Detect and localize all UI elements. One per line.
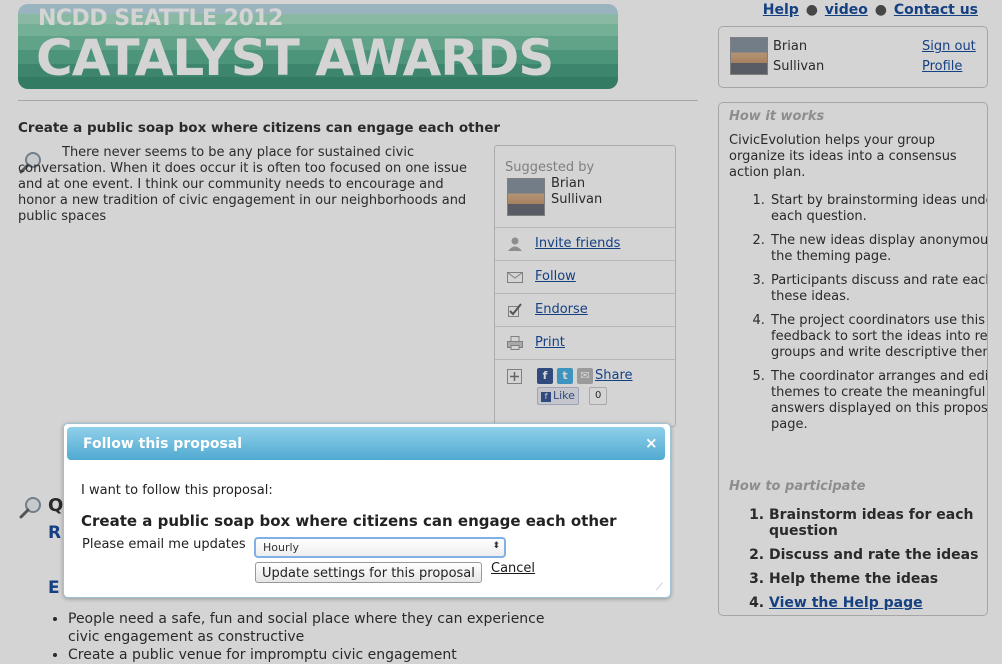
email-frequency-select[interactable]: Hourly ⬍ — [254, 537, 506, 558]
follow-dialog: Follow this proposal × I want to follow … — [63, 423, 671, 598]
dialog-header[interactable]: Follow this proposal × — [67, 427, 665, 460]
dialog-title: Follow this proposal — [83, 436, 243, 452]
dialog-proposal-name: Create a public soap box where citizens … — [81, 512, 617, 530]
update-settings-button[interactable]: Update settings for this proposal — [255, 562, 482, 583]
resize-grip-icon[interactable]: ⟋ — [656, 582, 666, 593]
close-icon[interactable]: × — [645, 434, 658, 452]
dialog-prompt: I want to follow this proposal: — [81, 483, 273, 498]
email-updates-label: Please email me updates — [82, 537, 246, 552]
email-frequency-value: Hourly — [263, 541, 300, 554]
cancel-link[interactable]: Cancel — [491, 561, 535, 576]
select-arrows-icon: ⬍ — [492, 541, 500, 551]
